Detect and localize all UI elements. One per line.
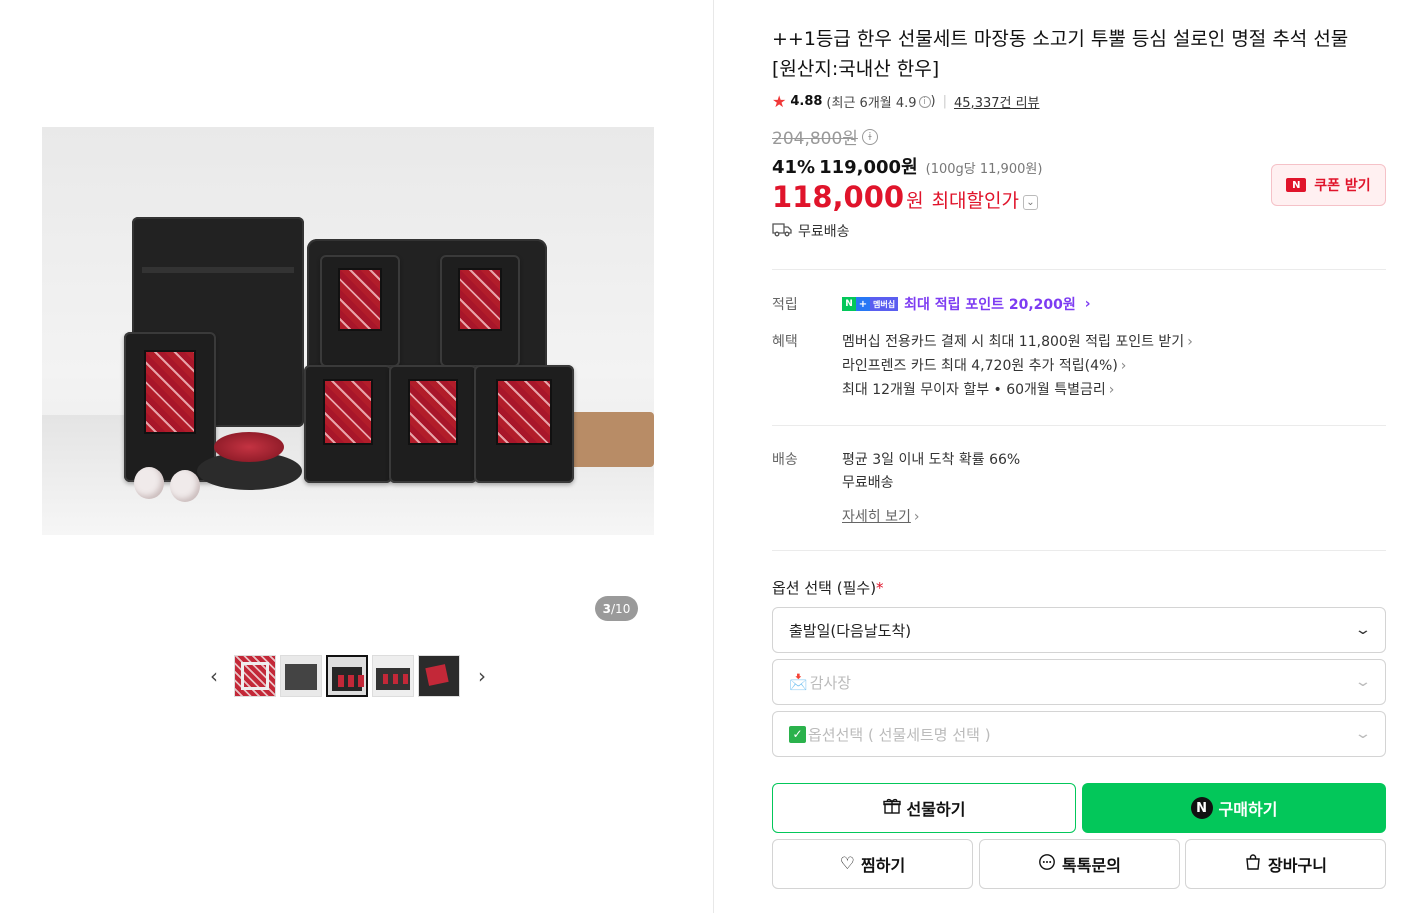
- gift-button[interactable]: 선물하기: [772, 783, 1076, 833]
- shopping-bag-icon: [1244, 853, 1262, 876]
- review-count-link[interactable]: 45,337건 리뷰: [954, 92, 1040, 111]
- unit-price: (100g당 11,900원): [925, 162, 1043, 177]
- points-label: 적립: [772, 297, 798, 313]
- chevron-down-icon: ⌄: [1354, 622, 1372, 638]
- prev-image-button[interactable]: ‹: [202, 663, 226, 689]
- heart-icon: ♡: [839, 854, 856, 874]
- benefit-label: 혜택: [772, 334, 798, 350]
- original-price: 204,800원 i: [772, 124, 878, 149]
- wishlist-button[interactable]: ♡ 찜하기: [772, 839, 973, 889]
- chevron-down-icon[interactable]: ⌄: [1022, 195, 1038, 210]
- discount-percent: 41%: [772, 157, 816, 178]
- chevron-left-icon: ‹: [210, 664, 218, 688]
- divider: [772, 269, 1386, 270]
- rating-summary: ★ 4.88 (최근 6개월 4.9 i ) | 45,337건 리뷰: [772, 92, 1040, 111]
- max-discount-label: 최대할인가: [931, 190, 1019, 212]
- naver-coupon-icon: N: [1286, 178, 1307, 192]
- rating-score: 4.88: [790, 94, 823, 109]
- recent-rating: (최근 6개월 4.9: [826, 96, 917, 111]
- buy-button[interactable]: N 구매하기: [1082, 783, 1386, 833]
- sale-price-row: 41% 119,000원 (100g당 11,900원): [772, 153, 1042, 179]
- gift-icon: [882, 797, 901, 820]
- chevron-right-icon: ›: [1187, 334, 1193, 350]
- max-discount-row: 118,000 원 최대할인가 ⌄: [772, 180, 1038, 214]
- thumbnail-3-selected[interactable]: [326, 655, 368, 697]
- max-discount-price: 118,000: [772, 180, 905, 214]
- shipping-eta: 평균 3일 이내 도착 확률 66%: [842, 452, 1021, 468]
- option-select-departure[interactable]: 출발일(다음날도착) ⌄: [772, 607, 1386, 653]
- divider: [772, 550, 1386, 551]
- product-title: ++1등급 한우 선물세트 마장동 소고기 투뿔 등심 설로인 명절 추석 선물…: [772, 28, 1349, 80]
- max-discount-currency: 원: [906, 190, 924, 212]
- chevron-right-icon: ›: [478, 664, 486, 688]
- truck-icon: [772, 221, 792, 241]
- envelope-icon: 📩: [789, 673, 808, 691]
- thumbnail-5[interactable]: [418, 655, 460, 697]
- chevron-down-icon: ⌄: [1354, 726, 1372, 742]
- thumbnail-2[interactable]: [280, 655, 322, 697]
- thumbnail-4[interactable]: [372, 655, 414, 697]
- info-icon[interactable]: i: [918, 95, 931, 108]
- sale-price: 119,000원: [819, 157, 918, 178]
- chevron-down-icon: ⌄: [1354, 674, 1372, 690]
- separator: |: [942, 94, 948, 109]
- option-select-giftset[interactable]: ✓ 옵션선택 ( 선물세트명 선택 ) ⌄: [772, 711, 1386, 757]
- benefit-item-1[interactable]: 멤버십 전용카드 결제 시 최대 11,800원 적립 포인트 받기 ›: [842, 331, 1193, 351]
- divider: [772, 425, 1386, 426]
- coupon-button[interactable]: N 쿠폰 받기: [1271, 164, 1386, 206]
- option-select-card[interactable]: 📩 감사장 ⌄: [772, 659, 1386, 705]
- talk-inquiry-button[interactable]: 톡톡문의: [979, 839, 1180, 889]
- chat-bubble-icon: [1038, 853, 1056, 876]
- naver-pay-icon: N: [1190, 797, 1213, 819]
- shipping-detail-link[interactable]: 자세히 보기 ›: [842, 506, 919, 526]
- thumbnail-strip: [234, 655, 460, 697]
- star-icon: ★: [772, 92, 787, 111]
- chevron-right-icon: ›: [1120, 358, 1127, 374]
- product-main-image[interactable]: [42, 127, 654, 535]
- benefit-item-2[interactable]: 라인프렌즈 카드 최대 4,720원 추가 적립(4%) ›: [842, 355, 1126, 375]
- delivery-info: 무료배송: [772, 221, 850, 241]
- option-label: 옵션 선택 (필수)*: [772, 579, 884, 597]
- next-image-button[interactable]: ›: [470, 663, 494, 689]
- price-info-icon[interactable]: i: [861, 128, 878, 145]
- membership-badge: N + 멤버십: [842, 297, 899, 311]
- benefit-item-3[interactable]: 최대 12개월 무이자 할부 • 60개월 특별금리 ›: [842, 379, 1114, 399]
- shipping-fee: 무료배송: [842, 475, 894, 491]
- image-counter: 3/10: [595, 596, 638, 621]
- chevron-right-icon: ›: [1108, 382, 1115, 398]
- shipping-label: 배송: [772, 452, 798, 468]
- column-divider: [713, 0, 714, 913]
- cart-button[interactable]: 장바구니: [1185, 839, 1386, 889]
- check-icon: ✓: [789, 725, 806, 743]
- membership-points-link[interactable]: N + 멤버십 최대 적립 포인트 20,200원 ›: [842, 294, 1091, 314]
- recent-rating-close: ): [930, 94, 936, 109]
- thumbnail-1[interactable]: [234, 655, 276, 697]
